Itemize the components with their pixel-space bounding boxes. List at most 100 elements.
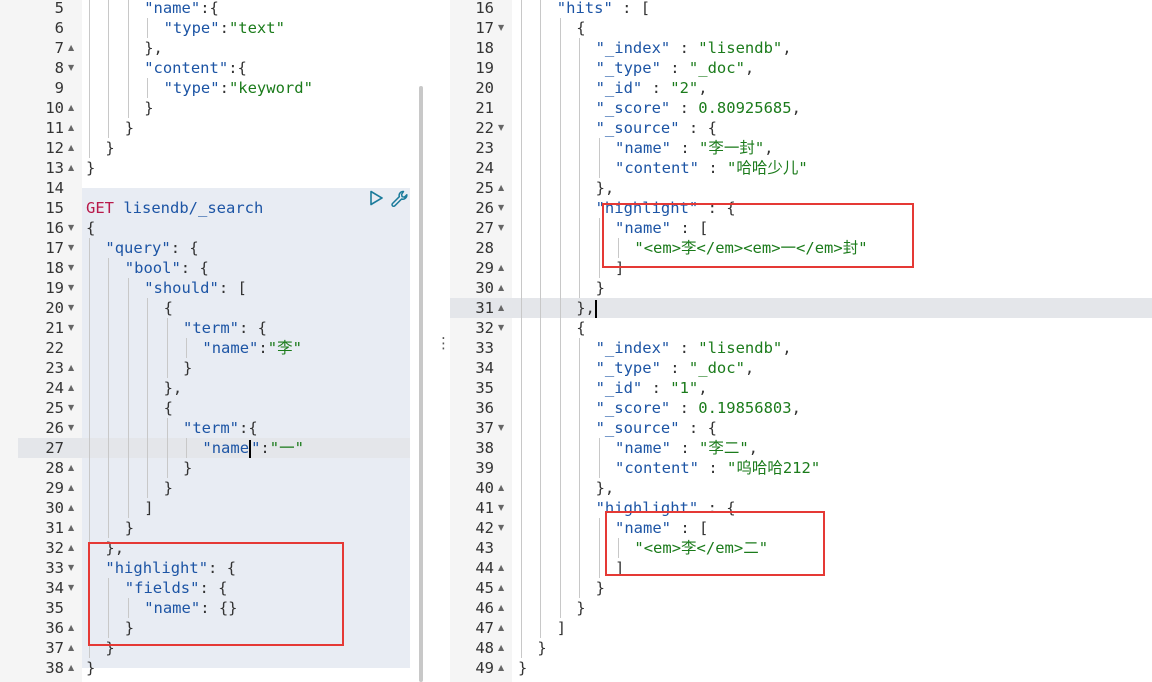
code-token: : — [699, 459, 727, 477]
indent-guide — [540, 518, 542, 538]
fold-down-icon[interactable]: ▼ — [68, 58, 74, 78]
code-text: { — [576, 318, 585, 338]
fold-up-icon[interactable]: ▲ — [498, 578, 504, 598]
fold-down-icon[interactable]: ▼ — [68, 578, 74, 598]
fold-up-icon[interactable]: ▲ — [68, 98, 74, 118]
line-number: 35 — [45, 599, 64, 617]
indent-guide — [598, 438, 600, 458]
code-text: } — [596, 578, 605, 598]
indent-guide — [147, 378, 149, 398]
fold-down-icon[interactable]: ▼ — [68, 418, 74, 438]
line-number: 27 — [475, 219, 494, 237]
indent-guide — [147, 398, 149, 418]
wrench-icon[interactable] — [390, 189, 410, 209]
indent-guide — [521, 238, 522, 258]
fold-up-icon[interactable]: ▲ — [68, 498, 74, 518]
fold-up-icon[interactable]: ▲ — [68, 378, 74, 398]
indent-guide — [559, 278, 561, 298]
fold-up-icon[interactable]: ▲ — [68, 358, 74, 378]
fold-down-icon[interactable]: ▼ — [68, 238, 74, 258]
code-token: "_id" — [595, 79, 643, 97]
code-token: : — [670, 339, 699, 357]
fold-down-icon[interactable]: ▼ — [498, 498, 504, 518]
indent-guide — [89, 498, 90, 518]
code-line[interactable] — [450, 298, 1152, 318]
fold-up-icon[interactable]: ▲ — [498, 658, 504, 678]
fold-down-icon[interactable]: ▼ — [498, 118, 504, 138]
fold-down-icon[interactable]: ▼ — [498, 218, 504, 238]
code-text: "_id" : "2", — [596, 78, 708, 98]
code-token: "_type" — [595, 59, 661, 77]
code-text: } — [105, 138, 114, 158]
code-text: } — [125, 518, 134, 538]
indent-guide — [147, 458, 149, 478]
fold-down-icon[interactable]: ▼ — [68, 298, 74, 318]
left-scrollbar[interactable] — [419, 86, 423, 682]
fold-up-icon[interactable]: ▲ — [498, 598, 504, 618]
line-number: 23 — [475, 139, 494, 157]
fold-down-icon[interactable]: ▼ — [68, 558, 74, 578]
fold-up-icon[interactable]: ▲ — [498, 618, 504, 638]
fold-up-icon[interactable]: ▲ — [68, 638, 74, 658]
request-editor[interactable]: 5 "name":{6 "type":"text" 7 ▲}, 8 ▼ "content":{… — [0, 0, 430, 682]
fold-down-icon[interactable]: ▼ — [68, 258, 74, 278]
code-text: "content" : "呜哈哈212" — [615, 458, 820, 478]
indent-guide — [147, 298, 149, 318]
code-text: "name" : "李二", — [615, 438, 758, 458]
fold-down-icon[interactable]: ▼ — [68, 278, 74, 298]
fold-up-icon[interactable]: ▲ — [498, 178, 504, 198]
indent-guide — [540, 0, 542, 18]
fold-up-icon[interactable]: ▲ — [68, 478, 74, 498]
indent-guide — [540, 458, 542, 478]
indent-guide — [127, 478, 129, 498]
indent-guide — [89, 78, 90, 98]
line-number: 34 — [475, 359, 494, 377]
indent-guide — [89, 18, 90, 38]
code-text: } — [518, 658, 527, 678]
code-token: } — [86, 159, 96, 177]
indent-guide — [521, 78, 522, 98]
fold-down-icon[interactable]: ▼ — [498, 318, 504, 338]
line-number: 13 — [45, 159, 64, 177]
indent-guide — [108, 58, 110, 78]
indent-guide — [540, 598, 542, 618]
indent-guide — [89, 418, 90, 438]
code-token: { — [86, 219, 96, 237]
indent-guide — [540, 298, 542, 318]
fold-down-icon[interactable]: ▼ — [498, 18, 504, 38]
code-token: : — [671, 139, 699, 157]
fold-down-icon[interactable]: ▼ — [68, 218, 74, 238]
fold-up-icon[interactable]: ▲ — [498, 298, 504, 318]
fold-up-icon[interactable]: ▲ — [68, 118, 74, 138]
play-icon[interactable] — [368, 190, 384, 206]
code-text: "hits" : [ — [557, 0, 650, 18]
fold-down-icon[interactable]: ▼ — [498, 518, 504, 538]
fold-up-icon[interactable]: ▲ — [498, 258, 504, 278]
indent-guide — [559, 218, 561, 238]
indent-guide — [521, 458, 522, 478]
fold-up-icon[interactable]: ▲ — [498, 278, 504, 298]
fold-down-icon[interactable]: ▼ — [498, 198, 504, 218]
fold-up-icon[interactable]: ▲ — [68, 538, 74, 558]
fold-down-icon[interactable]: ▼ — [68, 398, 74, 418]
fold-down-icon[interactable]: ▼ — [68, 318, 74, 338]
fold-up-icon[interactable]: ▲ — [68, 658, 74, 678]
line-number: 38 — [475, 439, 494, 457]
code-token: : — [660, 359, 689, 377]
code-token: "type" — [163, 19, 220, 37]
indent-guide — [521, 0, 522, 18]
indent-guide — [540, 478, 542, 498]
fold-up-icon[interactable]: ▲ — [68, 138, 74, 158]
indent-guide — [89, 0, 90, 18]
fold-up-icon[interactable]: ▲ — [498, 638, 504, 658]
fold-down-icon[interactable]: ▼ — [498, 418, 504, 438]
vertical-dots-icon[interactable]: ⋮ — [436, 334, 451, 352]
fold-up-icon[interactable]: ▲ — [68, 38, 74, 58]
indent-guide — [89, 38, 90, 58]
fold-up-icon[interactable]: ▲ — [68, 618, 74, 638]
fold-up-icon[interactable]: ▲ — [68, 518, 74, 538]
fold-up-icon[interactable]: ▲ — [68, 158, 74, 178]
fold-up-icon[interactable]: ▲ — [498, 478, 504, 498]
fold-up-icon[interactable]: ▲ — [68, 458, 74, 478]
fold-up-icon[interactable]: ▲ — [498, 558, 504, 578]
